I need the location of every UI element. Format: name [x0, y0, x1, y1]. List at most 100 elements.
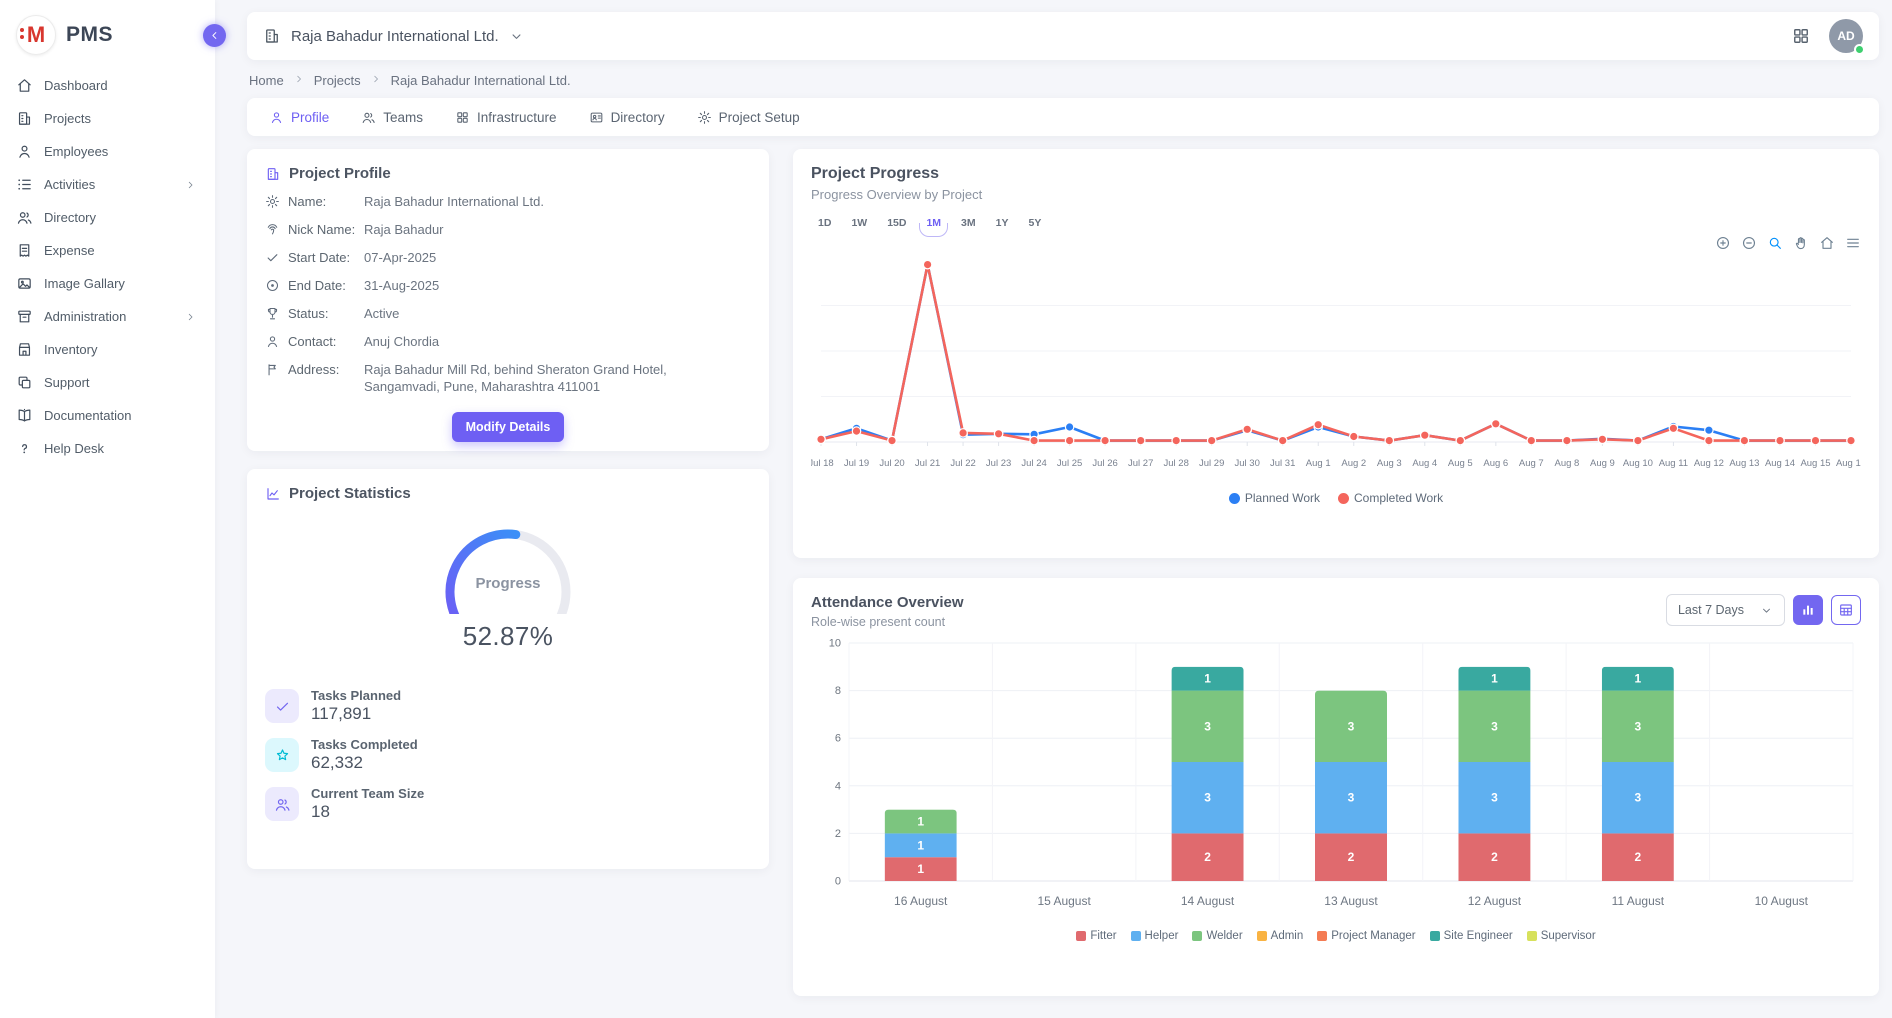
tab-teams[interactable]: Teams	[347, 101, 437, 134]
hand-icon[interactable]	[1793, 235, 1809, 251]
legend-item-completed-work[interactable]: Completed Work	[1338, 491, 1443, 505]
sidebar-item-directory[interactable]: Directory	[0, 201, 215, 234]
svg-text:Jul 30: Jul 30	[1235, 458, 1260, 469]
building-icon	[263, 27, 281, 45]
gauge-percent-value: 52.87%	[265, 621, 751, 652]
sidebar-item-administration[interactable]: Administration	[0, 300, 215, 333]
apps-grid-icon[interactable]	[1791, 26, 1811, 46]
plus-circle-icon[interactable]	[1715, 235, 1731, 251]
breadcrumb-item-raja-bahadur-international-ltd-[interactable]: Raja Bahadur International Ltd.	[391, 73, 571, 88]
attendance-card-title: Attendance Overview	[811, 594, 964, 611]
legend-item-supervisor[interactable]: Supervisor	[1527, 930, 1596, 942]
legend-item-helper[interactable]: Helper	[1131, 930, 1179, 942]
chart-view-toggle-button[interactable]	[1793, 595, 1823, 625]
toolbar-hand[interactable]	[1793, 235, 1809, 256]
legend-item-project-manager[interactable]: Project Manager	[1317, 930, 1415, 942]
chevron-right-icon	[370, 73, 382, 85]
legend-item-planned-work[interactable]: Planned Work	[1229, 491, 1320, 505]
progress-gauge: Progress 52.87%	[265, 510, 751, 652]
range-button-15d[interactable]: 15D	[880, 214, 913, 234]
chevron-left-icon	[208, 29, 221, 42]
svg-text:2: 2	[1491, 850, 1498, 864]
check-icon	[274, 698, 291, 715]
tabs-bar: ProfileTeamsInfrastructureDirectoryProje…	[247, 98, 1879, 136]
sidebar-collapse-button[interactable]	[203, 24, 226, 47]
project-selector-label[interactable]: Raja Bahadur International Ltd.	[291, 28, 499, 45]
field-label: Name:	[288, 193, 364, 210]
sidebar-item-dashboard[interactable]: Dashboard	[0, 69, 215, 102]
chart-line-icon	[265, 486, 281, 502]
svg-text:10: 10	[829, 638, 841, 650]
stats-list: Tasks Planned117,891Tasks Completed62,33…	[265, 688, 751, 822]
stat-value: 62,332	[311, 753, 418, 773]
profile-fields: Name:Raja Bahadur International Ltd. Nick…	[265, 193, 751, 395]
sidebar-item-label: Help Desk	[44, 441, 104, 456]
svg-text:Jul 23: Jul 23	[986, 458, 1011, 469]
range-button-1d[interactable]: 1D	[811, 214, 838, 234]
toolbar-home[interactable]	[1819, 235, 1835, 256]
sidebar-item-projects[interactable]: Projects	[0, 102, 215, 135]
table-view-toggle-button[interactable]	[1831, 595, 1861, 625]
range-button-3m[interactable]: 3M	[954, 214, 983, 234]
svg-text:3: 3	[1204, 719, 1211, 733]
svg-text:Jul 27: Jul 27	[1128, 458, 1153, 469]
legend-item-site-engineer[interactable]: Site Engineer	[1430, 930, 1513, 942]
modify-details-button[interactable]: Modify Details	[452, 412, 565, 442]
breadcrumb-item-projects[interactable]: Projects	[314, 73, 361, 88]
chart-line-icon	[265, 486, 281, 502]
app-name: PMS	[66, 23, 113, 47]
stat-label: Tasks Planned	[311, 688, 401, 703]
range-button-5y[interactable]: 5Y	[1021, 214, 1048, 234]
svg-text:Jul 18: Jul 18	[811, 458, 834, 469]
sidebar-item-inventory[interactable]: Inventory	[0, 333, 215, 366]
progress-line-chart[interactable]: Jul 18Jul 19Jul 20Jul 21Jul 22Jul 23Jul …	[811, 246, 1861, 487]
sidebar-item-documentation[interactable]: Documentation	[0, 399, 215, 432]
field-value: Raja Bahadur Mill Rd, behind Sheraton Gr…	[364, 361, 676, 395]
sidebar-item-employees[interactable]: Employees	[0, 135, 215, 168]
archive-icon	[16, 308, 33, 325]
breadcrumb-item-home[interactable]: Home	[249, 73, 284, 88]
home-icon[interactable]	[1819, 235, 1835, 251]
app-logo: M PMS	[0, 0, 215, 69]
user-avatar[interactable]: AD	[1829, 19, 1863, 53]
date-range-value: Last 7 Days	[1678, 603, 1744, 617]
range-button-1y[interactable]: 1Y	[989, 214, 1016, 234]
field-label: Nick Name:	[288, 221, 364, 238]
chevron-down-icon[interactable]	[509, 29, 524, 44]
svg-text:Aug 10: Aug 10	[1623, 458, 1653, 469]
sidebar-item-label: Administration	[44, 309, 126, 324]
sidebar-item-activities[interactable]: Activities	[0, 168, 215, 201]
sidebar-item-help-desk[interactable]: Help Desk	[0, 432, 215, 465]
legend-item-fitter[interactable]: Fitter	[1076, 930, 1116, 942]
people-icon	[274, 796, 291, 813]
legend-item-admin[interactable]: Admin	[1257, 930, 1304, 942]
minus-circle-icon[interactable]	[1741, 235, 1757, 251]
search-icon[interactable]	[1767, 235, 1783, 251]
svg-text:1: 1	[1491, 672, 1498, 686]
logo-m-icon: M	[16, 15, 56, 55]
sidebar-item-label: Documentation	[44, 408, 131, 423]
range-button-1w[interactable]: 1W	[844, 214, 874, 234]
menu-icon[interactable]	[1845, 235, 1861, 251]
legend-item-welder[interactable]: Welder	[1192, 930, 1242, 942]
attendance-bar-chart[interactable]: 024681011116 August15 August233114 Augus…	[811, 635, 1861, 930]
tab-infrastructure[interactable]: Infrastructure	[441, 101, 571, 134]
toolbar-search[interactable]	[1767, 235, 1783, 256]
chart-toolbar	[1715, 235, 1861, 256]
toolbar-minus-circle[interactable]	[1741, 235, 1757, 256]
profile-field-name: Name:Raja Bahadur International Ltd.	[265, 193, 751, 210]
sidebar-item-image-gallary[interactable]: Image Gallary	[0, 267, 215, 300]
toolbar-menu[interactable]	[1845, 235, 1861, 256]
field-label: End Date:	[288, 277, 364, 294]
svg-text:Aug 1: Aug 1	[1306, 458, 1331, 469]
toolbar-plus-circle[interactable]	[1715, 235, 1731, 256]
range-button-1m[interactable]: 1M	[919, 214, 948, 234]
tab-project-setup[interactable]: Project Setup	[683, 101, 814, 134]
table-icon	[1838, 602, 1854, 618]
sidebar-item-expense[interactable]: Expense	[0, 234, 215, 267]
svg-text:Aug 8: Aug 8	[1554, 458, 1579, 469]
tab-directory[interactable]: Directory	[575, 101, 679, 134]
date-range-select[interactable]: Last 7 Days	[1666, 594, 1785, 626]
sidebar-item-support[interactable]: Support	[0, 366, 215, 399]
tab-profile[interactable]: Profile	[255, 101, 343, 134]
